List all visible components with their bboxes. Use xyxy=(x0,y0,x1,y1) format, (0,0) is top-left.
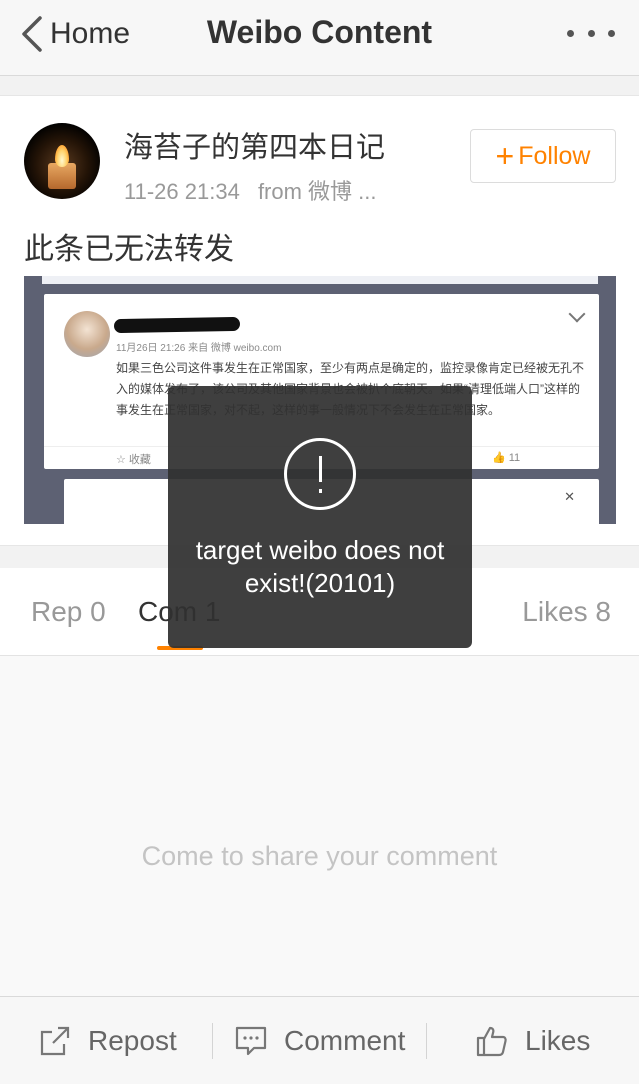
exclamation-icon xyxy=(284,438,356,510)
toolbar-divider xyxy=(426,1023,427,1059)
likes-label: Likes xyxy=(525,1025,591,1056)
empty-comments-hint: Come to share your comment xyxy=(141,841,498,871)
toast-message: target weibo does not exist!(20101) xyxy=(195,535,445,598)
plus-icon: + xyxy=(495,138,515,174)
author-name[interactable]: 海苔子的第四本日记 xyxy=(124,124,385,166)
image-close-icon: ✕ xyxy=(564,489,575,504)
toolbar-divider xyxy=(212,1023,213,1059)
comment-button[interactable]: Comment xyxy=(234,997,405,1084)
comment-icon xyxy=(235,1026,267,1056)
repost-icon xyxy=(40,1026,70,1056)
author-avatar[interactable] xyxy=(24,123,100,199)
follow-label: Follow xyxy=(518,141,591,170)
image-like: 👍 11 xyxy=(492,452,521,464)
post-text: 此条已无法转发 xyxy=(24,233,234,266)
follow-button[interactable]: + Follow xyxy=(470,129,616,183)
post-meta: 11-26 21:34 from 微博 ... xyxy=(124,174,377,206)
image-user-avatar xyxy=(64,311,110,357)
post-time: 11-26 21:34 xyxy=(124,179,240,204)
post-source: from 微博 ... xyxy=(257,179,377,204)
image-thumb-icon: 👍 xyxy=(492,452,506,464)
back-button[interactable]: Home xyxy=(18,12,130,56)
like-button[interactable]: Likes xyxy=(475,997,590,1084)
chevron-left-icon xyxy=(22,16,42,52)
thumbs-up-icon xyxy=(476,1026,507,1057)
flame-icon xyxy=(55,145,69,167)
back-label: Home xyxy=(50,17,131,50)
repost-label: Repost xyxy=(88,1025,177,1056)
tab-likes[interactable]: Likes 8 xyxy=(522,596,611,628)
more-options-icon[interactable] xyxy=(567,26,615,40)
image-favorite: ☆ 收藏 xyxy=(116,454,151,466)
image-chevron-down-icon xyxy=(568,305,586,323)
comment-label: Comment xyxy=(284,1025,406,1056)
navigation-bar: Home Weibo Content xyxy=(0,0,639,76)
tab-reposts[interactable]: Rep 0 xyxy=(31,596,106,628)
comments-list: Come to share your comment xyxy=(0,656,639,996)
error-toast: target weibo does not exist!(20101) xyxy=(168,386,472,648)
image-post-meta: 11月26日 21:26 来自 微博 weibo.com xyxy=(116,343,282,354)
image-redacted-name xyxy=(113,316,241,334)
bottom-toolbar: Repost Comment Likes xyxy=(0,996,639,1084)
image-top-strip xyxy=(42,276,598,284)
repost-button[interactable]: Repost xyxy=(38,997,177,1084)
